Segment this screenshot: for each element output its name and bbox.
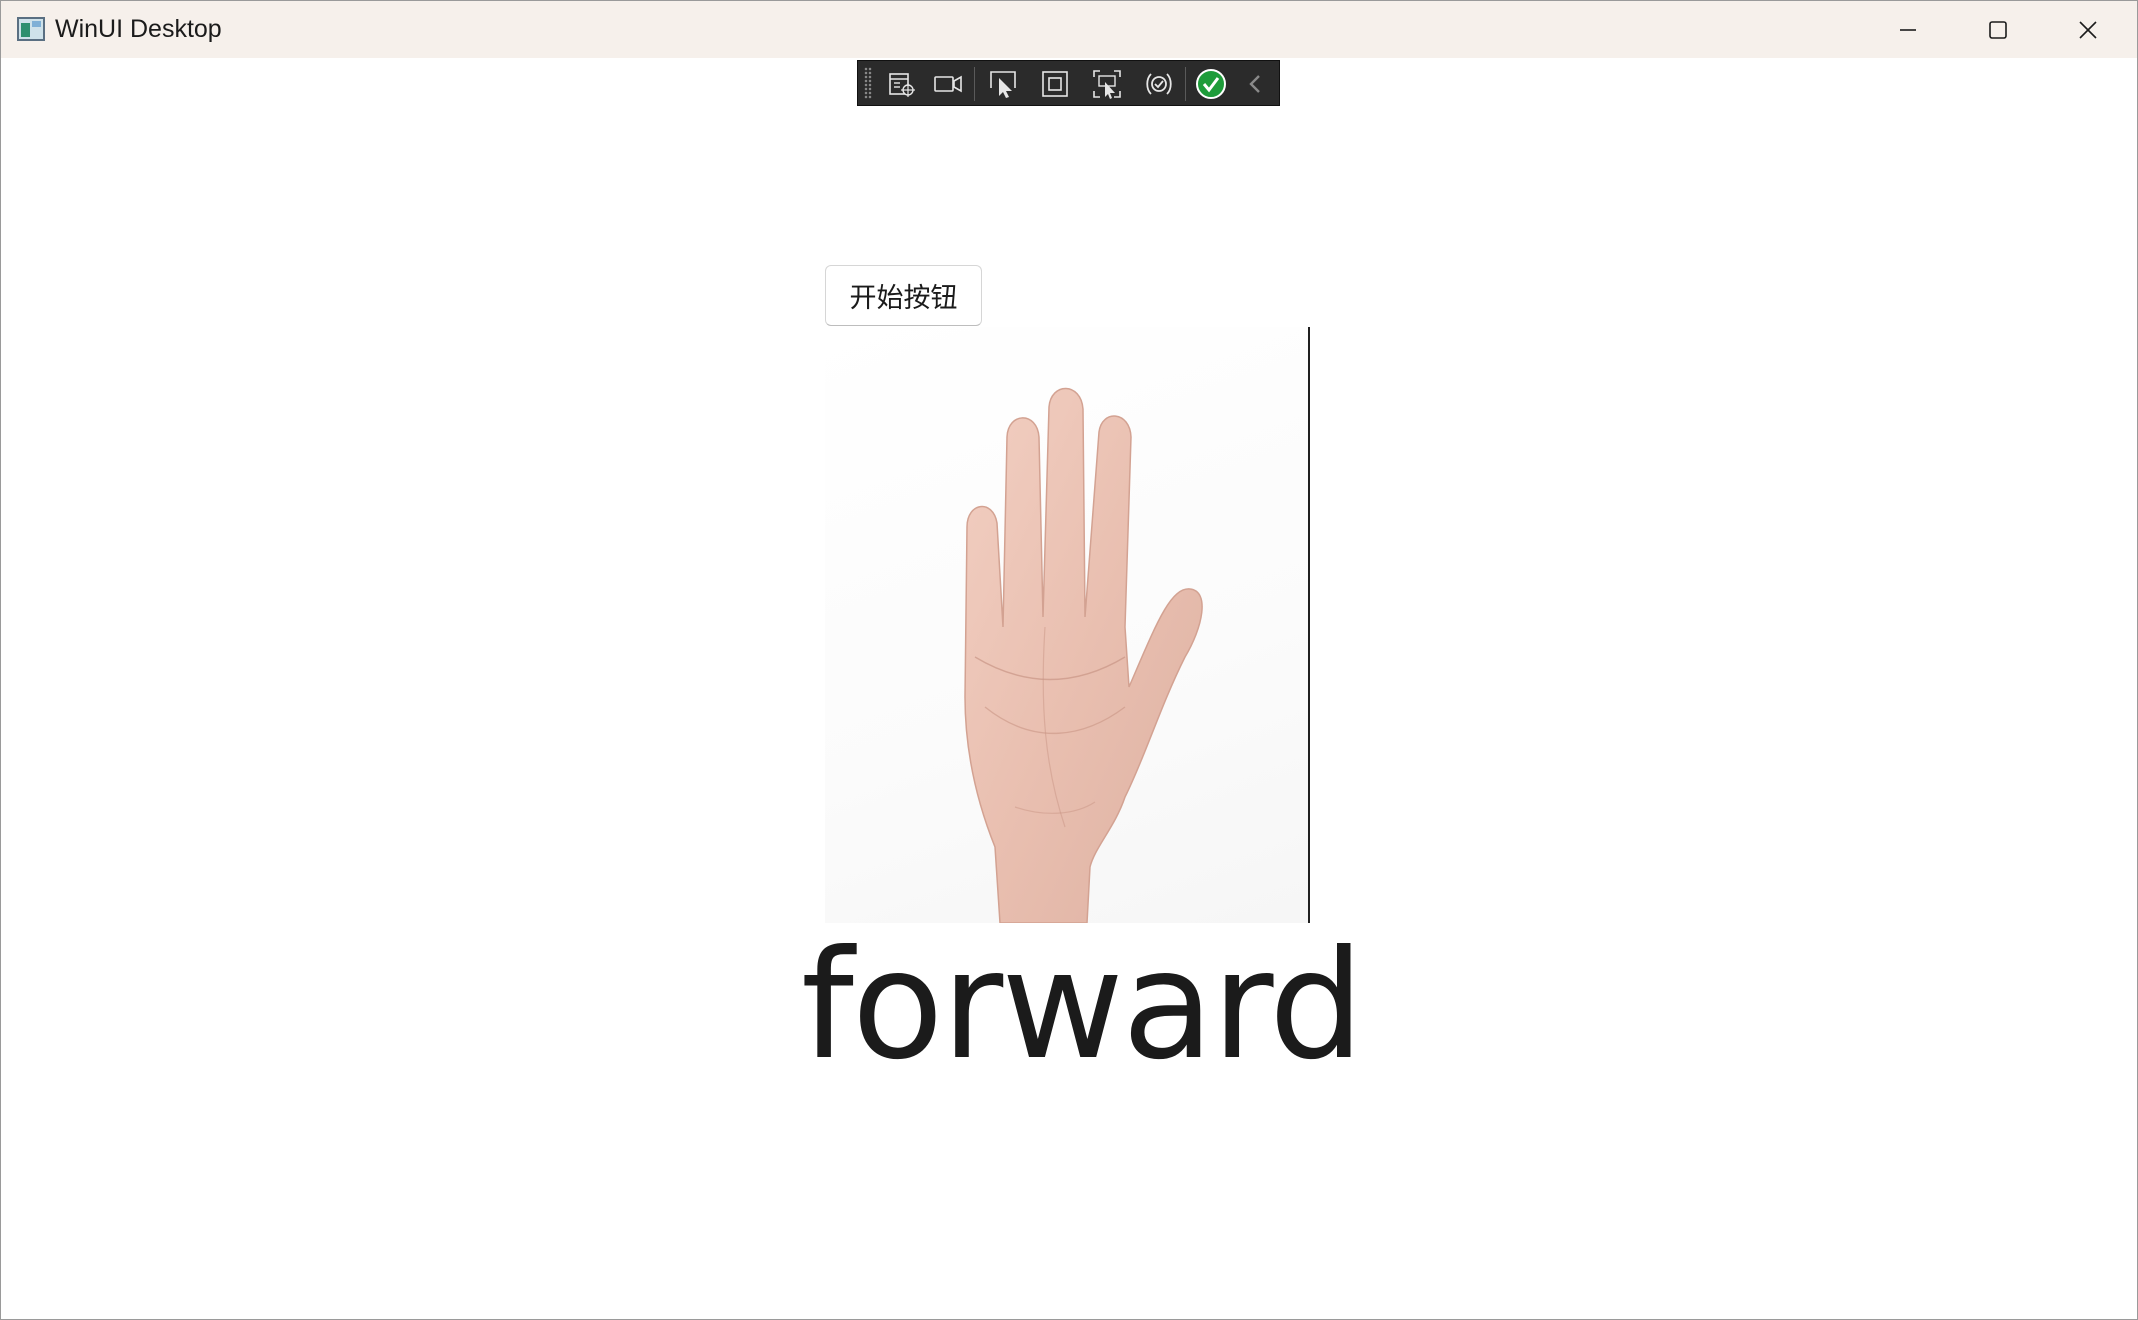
close-button[interactable] [2043,1,2133,58]
app-window: WinUI Desktop 开始按钮 forward [0,0,2138,1320]
maximize-button[interactable] [1953,1,2043,58]
select-element-button[interactable] [983,65,1023,103]
app-icon [17,17,45,41]
live-visual-tree-icon [889,73,915,97]
collapse-toolbar-button[interactable] [1238,65,1272,103]
window-title: WinUI Desktop [55,15,222,43]
xaml-binding-status-button[interactable] [1191,65,1231,103]
track-focused-element-button[interactable] [1087,65,1127,103]
maximize-icon [1989,20,2007,39]
display-layout-adorners-button[interactable] [1035,65,1075,103]
open-palm-hand-icon [964,387,1203,923]
display-layout-adorners-icon [1042,71,1068,97]
select-element-icon [990,71,1016,98]
start-button[interactable]: 开始按钮 [825,265,982,326]
title-bar[interactable]: WinUI Desktop [1,1,2137,58]
hot-reload-button[interactable] [1139,65,1179,103]
close-icon [2079,20,2097,39]
gesture-image [825,327,1309,923]
toolbar-separator [974,67,975,101]
xaml-binding-ok-icon [1196,69,1226,99]
hot-reload-icon [1146,73,1172,95]
collapse-chevron-icon [1249,75,1260,93]
minimize-icon [1900,28,1916,31]
record-icon [934,75,962,93]
toolbar-separator [1185,67,1186,101]
toolbar-grip[interactable] [864,67,872,99]
xaml-debug-toolbar [857,60,1280,106]
image-border [1308,327,1310,923]
track-focused-element-icon [1093,70,1121,99]
record-button[interactable] [928,65,968,103]
live-visual-tree-button[interactable] [882,65,922,103]
gesture-label: forward [801,919,1364,1093]
minimize-button[interactable] [1863,1,1953,58]
